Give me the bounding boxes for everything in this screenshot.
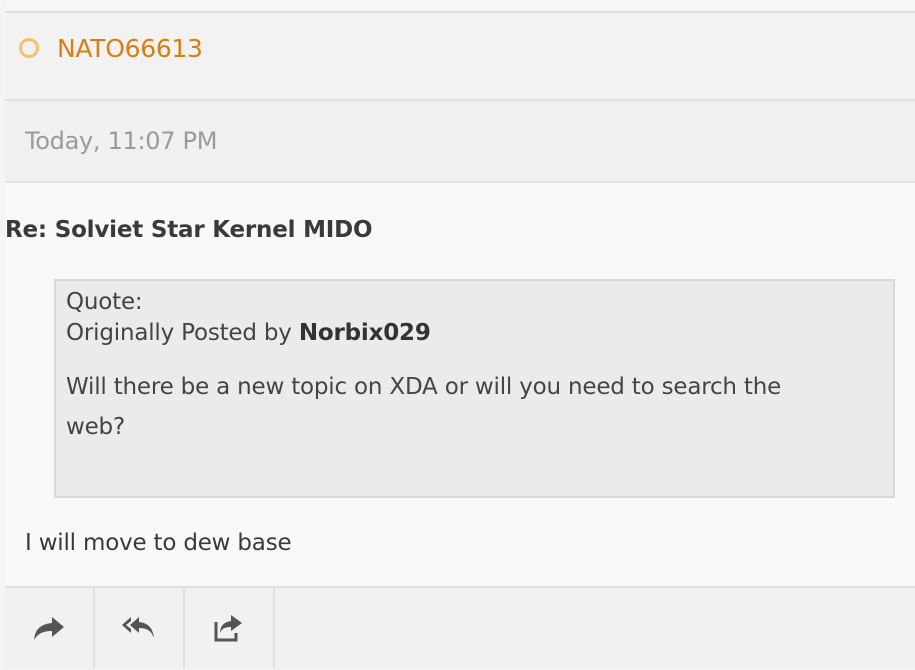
external-share-button[interactable] [185, 588, 275, 668]
author-username[interactable]: NATO66613 [57, 34, 203, 63]
quote-block: Quote: Originally Posted by Norbix029 Wi… [54, 279, 895, 498]
post-content: Re: Solviet Star Kernel MIDO Quote: Orig… [5, 183, 915, 588]
quote-author[interactable]: Norbix029 [299, 320, 431, 346]
quote-text: Will there be a new topic on XDA or will… [66, 374, 782, 440]
quote-label: Quote: [66, 289, 143, 315]
share-button[interactable] [5, 588, 95, 668]
post-action-bar [5, 588, 915, 668]
quote-attribution-prefix: Originally Posted by [66, 320, 292, 346]
page: NATO66613 Today, 11:07 PM Re: Solviet St… [0, 0, 915, 670]
quote-attribution: Originally Posted by Norbix029 [66, 318, 883, 349]
reply-all-icon [121, 613, 157, 643]
reply-all-button[interactable] [95, 588, 185, 668]
forum-post: NATO66613 Today, 11:07 PM Re: Solviet St… [5, 0, 915, 670]
post-author-row: NATO66613 [5, 11, 915, 101]
post-date-row: Today, 11:07 PM [5, 101, 915, 183]
share-arrow-icon [32, 614, 66, 642]
external-share-icon [213, 613, 245, 643]
online-status-icon [19, 38, 39, 58]
post-timestamp: Today, 11:07 PM [25, 127, 218, 155]
post-body: I will move to dew base [25, 530, 292, 556]
post-title: Re: Solviet Star Kernel MIDO [5, 217, 373, 243]
